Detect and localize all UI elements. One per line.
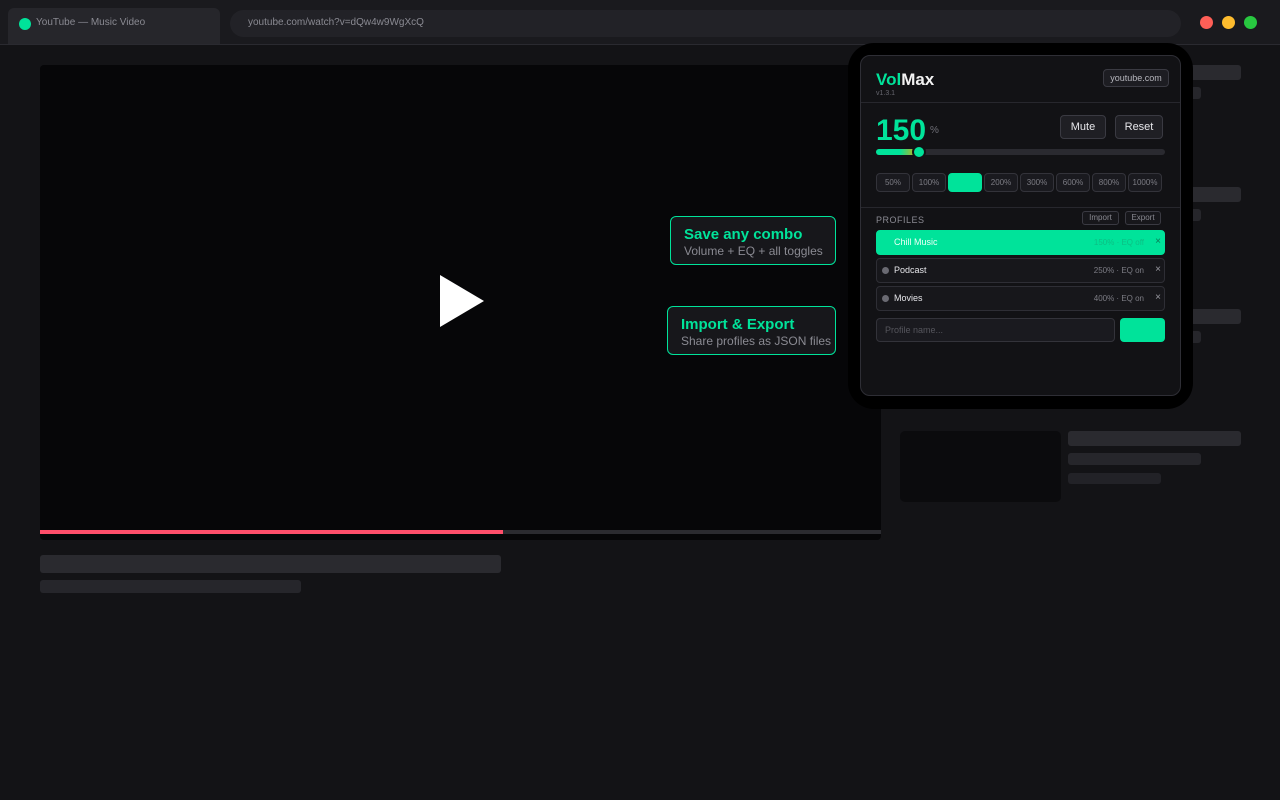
preset-button[interactable]: 800% (1092, 173, 1126, 192)
callout-subtitle: Share profiles as JSON files (681, 334, 832, 348)
profile-name: Chill Music (894, 237, 938, 247)
preset-button[interactable]: 300% (1020, 173, 1054, 192)
profile-item[interactable]: Chill Music 150% · EQ off × (876, 230, 1165, 255)
mute-button[interactable]: Mute (1060, 115, 1106, 139)
reset-button[interactable]: Reset (1115, 115, 1163, 139)
browser-toolbar: YouTube — Music Video youtube.com/watch?… (0, 0, 1280, 45)
callout-subtitle: Volume + EQ + all toggles (684, 244, 823, 258)
delete-profile-icon[interactable]: × (1155, 292, 1161, 304)
video-title-placeholder (40, 555, 501, 573)
video-progress-fill (40, 530, 503, 534)
import-button[interactable]: Import (1082, 211, 1119, 225)
recommendation-title-placeholder (1068, 431, 1241, 446)
profile-item[interactable]: Podcast 250% · EQ on × (876, 258, 1165, 283)
volume-slider[interactable] (876, 145, 1165, 159)
browser-tab[interactable]: YouTube — Music Video (8, 8, 220, 44)
volmax-popup: VolMax v1.3.1 youtube.com 150 % Mute Res… (860, 55, 1181, 396)
url-text: youtube.com/watch?v=dQw4w9WgXcQ (248, 17, 424, 28)
preset-button[interactable]: 50% (876, 173, 910, 192)
import-export-callout: Import & Export Share profiles as JSON f… (667, 306, 836, 355)
volume-slider-thumb[interactable] (912, 145, 927, 159)
section-divider (861, 207, 1180, 208)
volume-unit: % (930, 125, 939, 136)
recommendation-meta-placeholder (1068, 473, 1161, 484)
favicon-icon (19, 18, 31, 30)
delete-profile-icon[interactable]: × (1155, 236, 1161, 248)
profile-name: Podcast (894, 265, 927, 275)
preset-button[interactable]: 1000% (1128, 173, 1162, 192)
header-divider (861, 102, 1180, 103)
delete-profile-icon[interactable]: × (1155, 264, 1161, 276)
play-icon[interactable] (440, 275, 484, 327)
volume-value: 150 (876, 114, 927, 147)
save-combo-callout: Save any combo Volume + EQ + all toggles (670, 216, 836, 265)
preset-button[interactable]: 100% (912, 173, 946, 192)
profile-meta: 150% · EQ off (1093, 238, 1144, 247)
maximize-window-button[interactable] (1244, 16, 1257, 29)
profile-status-dot (882, 295, 889, 302)
profile-item[interactable]: Movies 400% · EQ on × (876, 286, 1165, 311)
video-progress-bar[interactable] (40, 530, 881, 534)
recommendation-thumbnail[interactable] (900, 431, 1061, 502)
app-version: v1.3.1 (876, 90, 896, 97)
callout-title: Save any combo (684, 226, 803, 243)
domain-badge: youtube.com (1103, 69, 1169, 87)
profile-name: Movies (894, 293, 923, 303)
preset-button[interactable]: 200% (984, 173, 1018, 192)
tab-title: YouTube — Music Video (36, 17, 146, 28)
profile-meta: 400% · EQ on (1093, 294, 1144, 303)
video-player[interactable] (40, 65, 881, 540)
close-window-button[interactable] (1200, 16, 1213, 29)
profiles-heading: PROFILES (876, 215, 925, 225)
channel-info-placeholder (40, 580, 301, 593)
export-button[interactable]: Export (1125, 211, 1161, 225)
profile-meta: 250% · EQ on (1093, 266, 1144, 275)
minimize-window-button[interactable] (1222, 16, 1235, 29)
profile-status-dot (882, 239, 889, 246)
profile-status-dot (882, 267, 889, 274)
app-logo: VolMax (876, 70, 935, 89)
recommendation-channel-placeholder (1068, 453, 1201, 465)
profile-name-input[interactable] (876, 318, 1115, 342)
preset-button[interactable]: 600% (1056, 173, 1090, 192)
address-bar[interactable]: youtube.com/watch?v=dQw4w9WgXcQ (230, 10, 1181, 37)
callout-title: Import & Export (681, 316, 795, 333)
save-profile-button[interactable]: Save (1120, 318, 1165, 342)
preset-button[interactable]: 150% (948, 173, 982, 192)
